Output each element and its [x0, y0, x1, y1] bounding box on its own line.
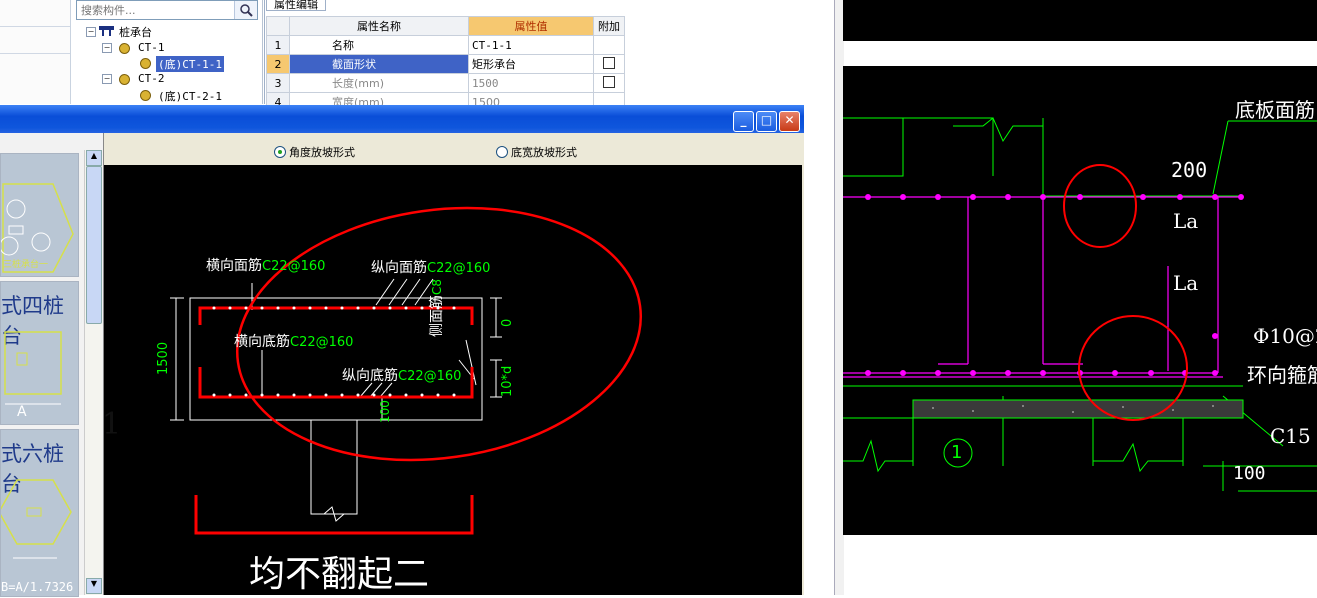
- property-table: 属性名称 属性值 附加 1 名称 CT-1-1 2 截面形状 矩形承台 3 长度…: [266, 16, 625, 112]
- table-row[interactable]: 3 长度(mm) 1500: [266, 73, 625, 93]
- minimize-button[interactable]: _: [733, 111, 754, 132]
- radio-width-slope[interactable]: 底宽放坡形式: [496, 144, 577, 160]
- label-top-longitudinal: 纵向面筋C22@160: [371, 260, 491, 276]
- header-cell: 附加: [593, 16, 625, 36]
- thumb-formula: B=A/1.7326: [1, 580, 74, 594]
- tab-property-edit[interactable]: 属性编辑: [266, 0, 326, 11]
- search-box: [76, 0, 258, 20]
- extra-checkbox[interactable]: [603, 56, 615, 69]
- dim-height: 1500: [156, 341, 171, 375]
- cad-view-strip: [843, 0, 1317, 41]
- thumb-six-pile-cap[interactable]: 式六桩台 B=A/1.7326: [0, 429, 79, 597]
- dim-10d: 10*d: [500, 365, 515, 397]
- tree-collapse-toggle[interactable]: −: [102, 74, 112, 84]
- scroll-down-arrow[interactable]: ▼: [86, 578, 102, 594]
- prop-name: 截面形状: [289, 54, 469, 74]
- prop-value[interactable]: CT-1-1: [468, 35, 594, 55]
- cad-label-ring-stirrup: 环向箍筋: [1247, 363, 1317, 387]
- gear-icon: [140, 90, 151, 101]
- prop-name: 名称: [289, 35, 469, 55]
- square-cap-icon: [4, 331, 62, 405]
- thumbnail-scrollbar[interactable]: ▲ ▼: [84, 150, 102, 595]
- header-cell: [266, 16, 290, 36]
- dim-zero: 0: [500, 318, 515, 327]
- tree-item-ct2-1[interactable]: (底)CT-2-1: [158, 88, 222, 104]
- hexagon-cap-icon: [1, 479, 72, 559]
- radio-angle-slope[interactable]: 角度放坡形式: [274, 144, 355, 160]
- search-button[interactable]: [234, 1, 257, 19]
- radio-label: 角度放坡形式: [289, 146, 355, 159]
- label-top-transverse: 横向面筋C22@160: [206, 258, 326, 274]
- search-input[interactable]: [79, 2, 233, 19]
- row-number: 3: [266, 73, 290, 93]
- cad-label-c15: C15 素: [1270, 424, 1317, 448]
- scroll-up-arrow[interactable]: ▲: [86, 150, 102, 166]
- cad-circle-number: 1: [951, 442, 963, 463]
- tree-collapse-toggle[interactable]: −: [86, 27, 96, 37]
- maximize-button[interactable]: □: [756, 111, 777, 132]
- extra-cell: [593, 35, 625, 55]
- cad-label-bottom-plate: 底板面筋: [1235, 98, 1315, 122]
- thumb-label: 三桩承台一: [3, 260, 49, 270]
- tree-root-label[interactable]: 桩承台: [119, 24, 152, 40]
- search-icon: [240, 4, 253, 17]
- gear-icon: [140, 58, 151, 69]
- thumb-four-pile-cap[interactable]: 式四桩台 A: [0, 281, 79, 425]
- radio-dot[interactable]: [274, 146, 286, 158]
- slope-type-options: 角度放坡形式 底宽放坡形式: [104, 133, 802, 165]
- row-number: 1: [266, 35, 290, 55]
- table-row[interactable]: 1 名称 CT-1-1: [266, 35, 625, 55]
- gear-icon: [119, 43, 130, 54]
- radio-label: 底宽放坡形式: [511, 146, 577, 159]
- cad-label-la: La: [1173, 209, 1199, 233]
- left-nav-strip: [0, 0, 71, 104]
- extra-checkbox[interactable]: [603, 75, 615, 88]
- cad-dim-200: 200: [1171, 158, 1208, 182]
- tree-item-ct2[interactable]: CT-2: [138, 72, 165, 85]
- table-header-row: 属性名称 属性值 附加: [266, 16, 625, 36]
- cad-label-phi: Φ10@2: [1253, 324, 1317, 348]
- prop-value[interactable]: 矩形承台: [468, 54, 594, 74]
- radio-dot[interactable]: [496, 146, 508, 158]
- table-row[interactable]: 2 截面形状 矩形承台: [266, 54, 625, 74]
- label-bottom-transverse: 横向底筋C22@160: [234, 334, 354, 350]
- thumb-dim: A: [17, 404, 27, 420]
- dim-100: 100: [378, 400, 392, 423]
- pile-cap-rebar-dialog: _ □ ✕ 三桩承台一 式四桩台 A 式六桩台 B=A/1.7326 ▲ ▼ 角…: [0, 105, 804, 597]
- pile-cap-icon: [99, 26, 114, 36]
- header-cell: 属性值: [468, 16, 594, 36]
- tree-item-ct1[interactable]: CT-1: [138, 41, 165, 54]
- extra-cell: [593, 73, 625, 93]
- cad-label-la: La: [1173, 271, 1199, 295]
- dialog-titlebar[interactable]: _ □ ✕: [0, 105, 804, 133]
- label-side-bar: 侧面筋C8: [429, 278, 445, 337]
- side-number: 1: [102, 407, 122, 442]
- extra-cell: [593, 54, 625, 74]
- tree-item-ct1-1[interactable]: (底)CT-1-1: [156, 56, 224, 72]
- scroll-thumb[interactable]: [86, 166, 102, 324]
- gear-icon: [119, 74, 130, 85]
- rebar-diagram: 横向面筋C22@160 纵向面筋C22@160 横向底筋C22@160 纵向底筋…: [104, 165, 802, 595]
- diagram-caption: 均不翻起二: [249, 554, 430, 595]
- label-bottom-longitudinal: 纵向底筋C22@160: [342, 368, 462, 384]
- prop-value[interactable]: 1500: [468, 73, 594, 93]
- prop-name: 长度(mm): [289, 73, 469, 93]
- tree-collapse-toggle[interactable]: −: [102, 43, 112, 53]
- cad-reference-drawing: 底板面筋 200 La La Φ10@2 环向箍筋 C15 素 1 100: [843, 66, 1317, 535]
- header-cell: 属性名称: [289, 16, 469, 36]
- close-button[interactable]: ✕: [779, 111, 800, 132]
- cad-dim-100: 100: [1233, 463, 1266, 484]
- thumb-three-pile-cap[interactable]: 三桩承台一: [0, 153, 79, 277]
- row-number: 2: [266, 54, 290, 74]
